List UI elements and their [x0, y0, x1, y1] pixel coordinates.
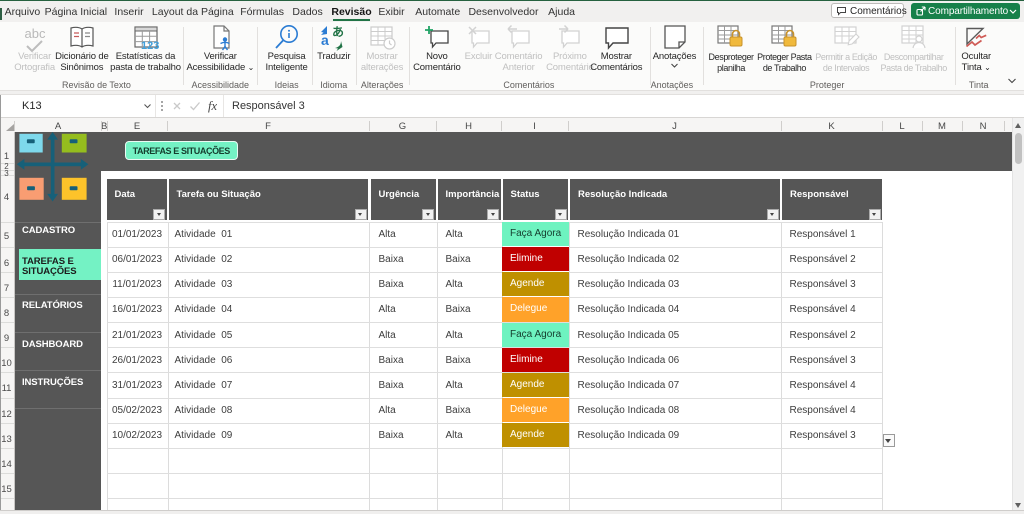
svg-text:123: 123	[141, 40, 159, 51]
svg-text:a: a	[321, 32, 329, 48]
svg-text:あ: あ	[332, 25, 344, 39]
